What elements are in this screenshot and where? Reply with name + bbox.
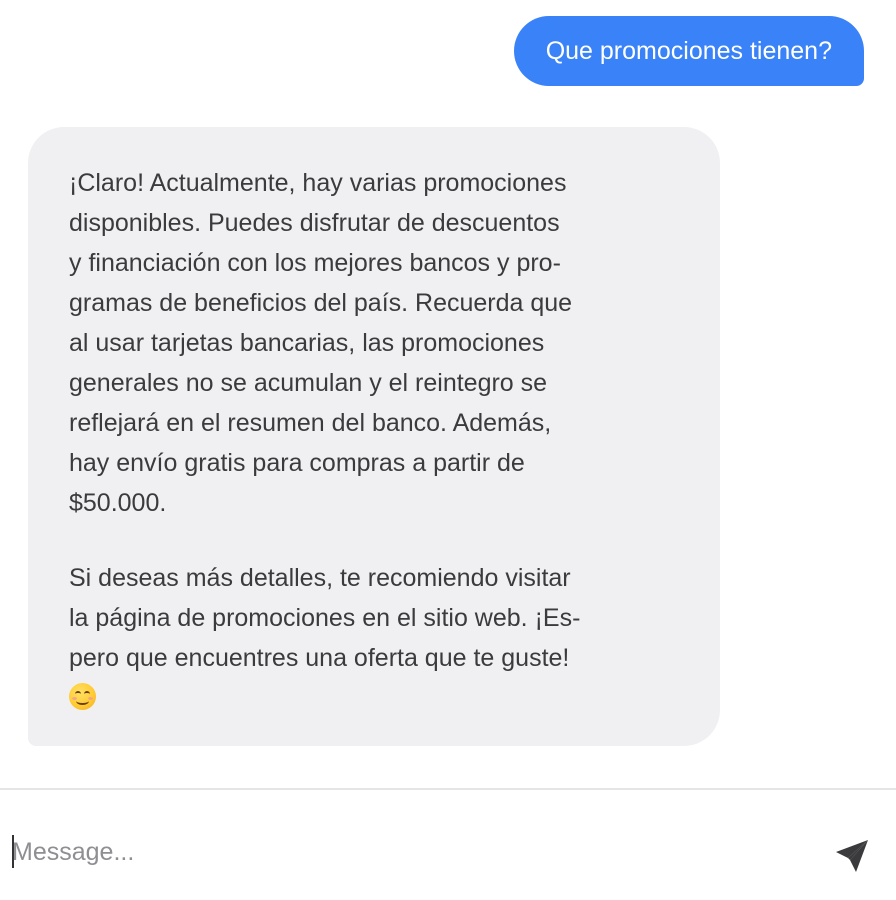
user-message-text: Que promociones tienen?	[545, 37, 832, 65]
message-input[interactable]	[12, 832, 792, 872]
chat-history: Que promociones tienen? ¡Claro! Actualme…	[0, 0, 896, 788]
send-icon	[836, 840, 868, 872]
assistant-message-paragraph-2-text: Si deseas más detalles, te recomiendo vi…	[69, 564, 581, 672]
send-button[interactable]	[832, 836, 872, 876]
smiling-face-icon	[69, 683, 96, 710]
assistant-message-bubble: ¡Claro! Actualmente, hay varias promocio…	[28, 127, 720, 746]
user-message-bubble: Que promociones tienen?	[513, 16, 864, 86]
assistant-message-paragraph-1: ¡Claro! Actualmente, hay varias promocio…	[69, 169, 573, 517]
assistant-message-paragraph-2: Si deseas más detalles, te recomiendo vi…	[69, 558, 688, 718]
text-caret	[12, 835, 14, 868]
message-composer	[0, 790, 896, 900]
